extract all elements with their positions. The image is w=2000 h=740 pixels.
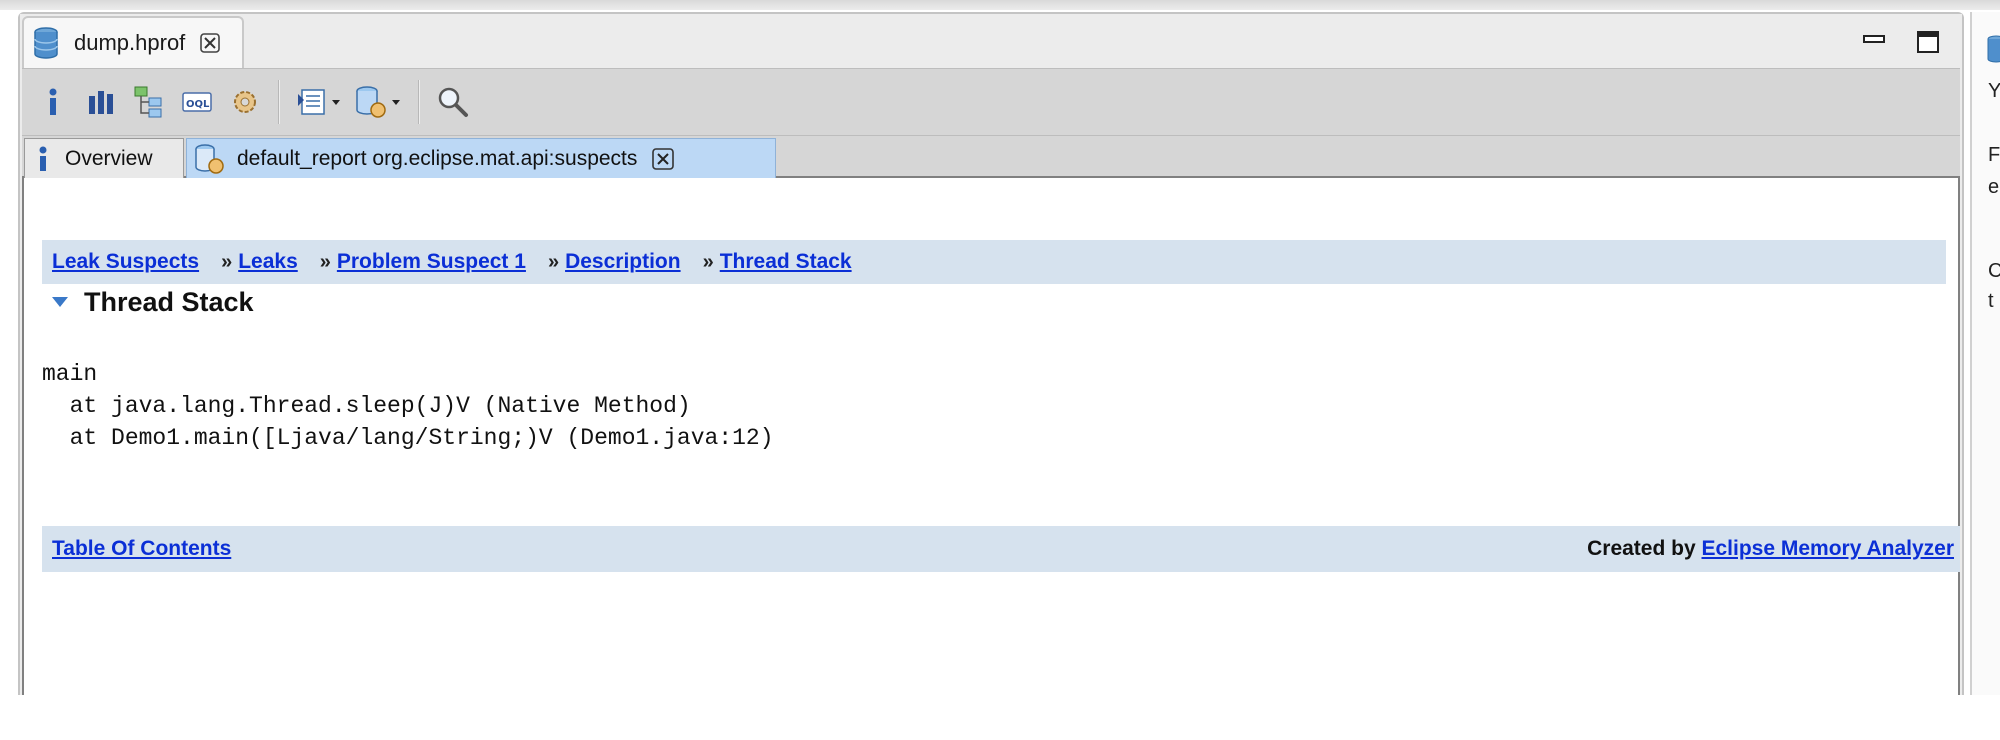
tab-default-report[interactable]: default_report org.eclipse.mat.api:suspe… bbox=[186, 138, 776, 178]
stack-frame: at Demo1.main([Ljava/lang/String;)V (Dem… bbox=[42, 425, 774, 451]
window-controls bbox=[1860, 28, 1942, 56]
toolbar-separator bbox=[278, 80, 280, 124]
breadcrumb-separator: » bbox=[319, 250, 331, 273]
query-browser-button[interactable] bbox=[294, 80, 344, 124]
breadcrumb-thread-stack[interactable]: Thread Stack bbox=[720, 250, 852, 274]
breadcrumb-leak-suspects[interactable]: Leak Suspects bbox=[52, 250, 199, 274]
collapse-triangle-icon[interactable] bbox=[50, 295, 70, 309]
breadcrumb-separator: » bbox=[702, 250, 714, 273]
created-by-text: Created by Eclipse Memory Analyzer bbox=[1587, 537, 1954, 561]
info-icon bbox=[49, 88, 57, 115]
histogram-button[interactable] bbox=[82, 80, 120, 124]
table-of-contents-link[interactable]: Table Of Contents bbox=[52, 537, 231, 561]
app-stage: dump.hprof OQL Overview default_report o… bbox=[0, 0, 2000, 740]
breadcrumb-leaks[interactable]: Leaks bbox=[238, 250, 298, 274]
panel-text-fragment: e bbox=[1988, 176, 2000, 198]
minimize-icon[interactable] bbox=[1860, 28, 1888, 56]
search-icon bbox=[438, 87, 468, 117]
tab-overview-label: Overview bbox=[65, 146, 153, 170]
panel-text-fragment: C bbox=[1988, 260, 2000, 282]
close-icon[interactable] bbox=[651, 147, 675, 171]
breadcrumb-separator: » bbox=[547, 250, 560, 273]
database-icon bbox=[1987, 35, 2000, 63]
thread-overview-icon bbox=[234, 91, 256, 113]
breadcrumb-separator: » bbox=[221, 250, 233, 273]
tab-overview[interactable]: Overview bbox=[24, 138, 184, 178]
query-browser-icon bbox=[298, 89, 340, 115]
run-report-icon bbox=[356, 86, 400, 118]
panel-text-fragment: t bbox=[1988, 290, 1994, 312]
editor-tab-bar: dump.hprof bbox=[20, 14, 1962, 68]
section-header[interactable]: Thread Stack bbox=[50, 282, 254, 322]
created-by-label: Created by bbox=[1587, 537, 1696, 560]
oql-button[interactable]: OQL bbox=[178, 80, 216, 124]
breadcrumb-problem-suspect-1[interactable]: Problem Suspect 1 bbox=[337, 250, 526, 274]
panel-text-fragment: F bbox=[1988, 144, 2000, 166]
section-title: Thread Stack bbox=[84, 286, 254, 317]
database-icon bbox=[34, 27, 58, 59]
maximize-icon[interactable] bbox=[1914, 28, 1942, 56]
eclipse-memory-analyzer-link[interactable]: Eclipse Memory Analyzer bbox=[1702, 537, 1955, 560]
report-content: Leak Suspects » Leaks » Problem Suspect … bbox=[22, 178, 1960, 697]
search-button[interactable] bbox=[434, 80, 472, 124]
oql-icon: OQL bbox=[182, 92, 212, 112]
breadcrumb-description[interactable]: Description bbox=[565, 250, 681, 274]
editor-window: dump.hprof OQL Overview default_report o… bbox=[18, 12, 1964, 697]
info-icon bbox=[39, 146, 47, 171]
thread-stack-text: main at java.lang.Thread.sleep(J)V (Nati… bbox=[42, 358, 774, 454]
bottom-blank-area bbox=[0, 695, 2000, 740]
report-footer: Table Of Contents Created by Eclipse Mem… bbox=[42, 526, 1960, 572]
svg-text:OQL: OQL bbox=[186, 99, 210, 110]
thread-overview-button[interactable] bbox=[226, 80, 264, 124]
editor-tab-dump-hprof[interactable]: dump.hprof bbox=[22, 16, 244, 68]
right-side-panel: Y F e C t bbox=[1970, 12, 2000, 695]
panel-text-fragment: Y bbox=[1988, 80, 2000, 102]
overview-button[interactable] bbox=[34, 80, 72, 124]
run-report-button[interactable] bbox=[354, 80, 404, 124]
dominator-tree-icon bbox=[134, 86, 162, 118]
toolbar: OQL bbox=[22, 68, 1960, 136]
report-icon bbox=[195, 143, 224, 174]
report-tab-bar: Overview default_report org.eclipse.mat.… bbox=[22, 136, 1960, 178]
breadcrumb: Leak Suspects » Leaks » Problem Suspect … bbox=[42, 240, 1946, 284]
toolbar-separator bbox=[418, 80, 420, 124]
thread-name: main bbox=[42, 361, 98, 387]
editor-tab-label: dump.hprof bbox=[74, 30, 186, 55]
histogram-icon bbox=[89, 91, 113, 114]
dominator-tree-button[interactable] bbox=[130, 80, 168, 124]
close-icon[interactable] bbox=[199, 32, 221, 54]
top-border bbox=[0, 0, 2000, 10]
stack-frame: at java.lang.Thread.sleep(J)V (Native Me… bbox=[42, 393, 691, 419]
tab-default-report-label: default_report org.eclipse.mat.api:suspe… bbox=[237, 146, 638, 170]
